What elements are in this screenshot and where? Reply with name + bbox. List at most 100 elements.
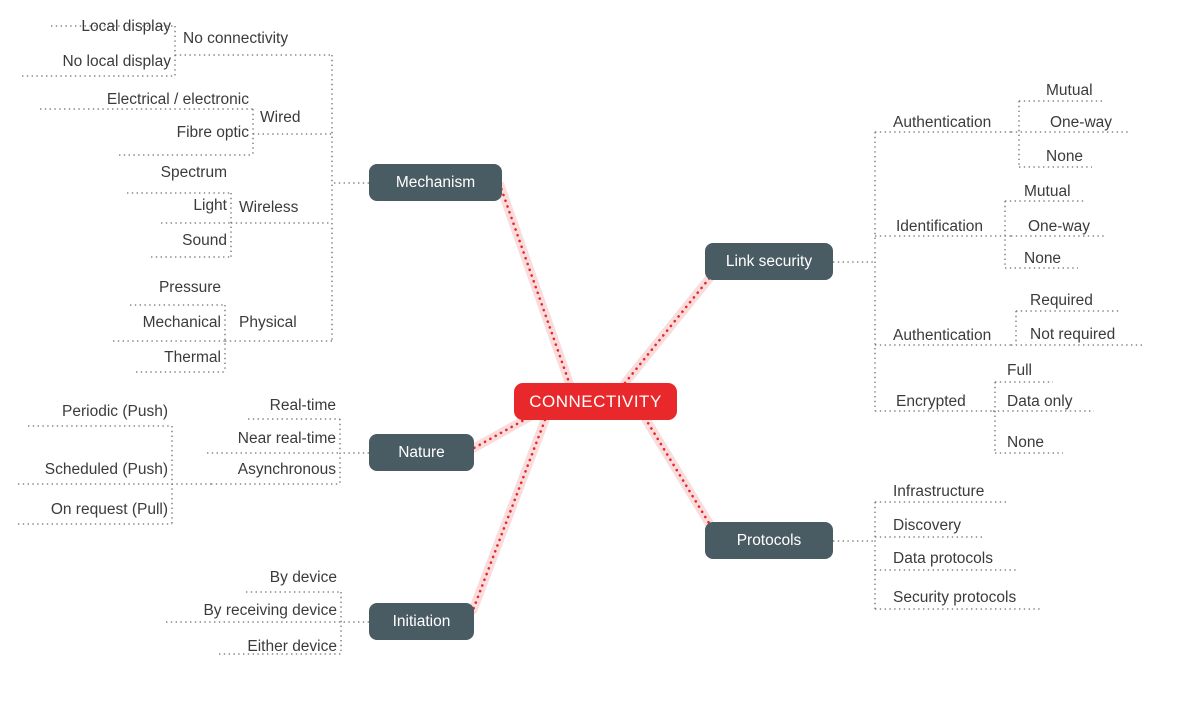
leaf-no-connectivity[interactable]: No connectivity xyxy=(183,31,403,47)
leaf-spectrum[interactable]: Spectrum xyxy=(47,165,227,181)
trunk-halo-initiation xyxy=(468,415,550,615)
leaf-near-real-time[interactable]: Near real-time xyxy=(156,431,336,447)
leaf-label: Mutual xyxy=(1046,82,1093,99)
leaf-label: Infrastructure xyxy=(893,483,985,500)
leaf-data-protocols[interactable]: Data protocols xyxy=(893,551,1093,567)
leaf-label: Full xyxy=(1007,362,1032,379)
leaf-wireless[interactable]: Wireless xyxy=(239,200,389,216)
branch-node-nature[interactable]: Nature xyxy=(369,434,474,471)
trunk-mechanism xyxy=(498,183,572,387)
leaf-enc-none[interactable]: None xyxy=(1007,435,1167,451)
leaf-asynchronous[interactable]: Asynchronous xyxy=(156,462,336,478)
leaf-ident-mutual[interactable]: Mutual xyxy=(1024,184,1184,200)
leaf-real-time[interactable]: Real-time xyxy=(156,398,336,414)
leaf-label: By device xyxy=(269,569,337,586)
leaf-physical[interactable]: Physical xyxy=(239,315,389,331)
leaf-label: Thermal xyxy=(164,349,221,366)
leaf-ident-none[interactable]: None xyxy=(1024,251,1184,267)
leaf-label: Security protocols xyxy=(893,589,1017,606)
leaf-local-display[interactable]: Local display xyxy=(0,19,171,35)
branch-node-label: Nature xyxy=(398,443,445,461)
leaf-enc-data-only[interactable]: Data only xyxy=(1007,394,1167,410)
leaf-label: Data only xyxy=(1007,393,1073,410)
leaf-scheduled-push[interactable]: Scheduled (Push) xyxy=(0,462,168,478)
leaf-auth1-one-way[interactable]: One-way xyxy=(1050,115,1200,131)
trunk-halo-protocols xyxy=(640,413,717,533)
leaf-no-local-display[interactable]: No local display xyxy=(0,54,171,70)
leaf-label: Sound xyxy=(182,232,227,249)
leaf-by-device[interactable]: By device xyxy=(137,570,337,586)
leaf-security-protocols[interactable]: Security protocols xyxy=(893,590,1093,606)
leaf-pressure[interactable]: Pressure xyxy=(41,280,221,296)
leaf-wired[interactable]: Wired xyxy=(260,110,410,126)
trunk-halo-mechanism xyxy=(495,180,575,390)
leaf-label: Physical xyxy=(239,314,297,331)
leaf-periodic-push[interactable]: Periodic (Push) xyxy=(0,404,168,420)
center-node-connectivity[interactable]: CONNECTIVITY xyxy=(514,383,677,420)
leaf-label: Asynchronous xyxy=(237,461,336,478)
leaf-label: Fibre optic xyxy=(176,124,249,141)
trunk-initiation xyxy=(471,418,547,612)
branch-node-label: Mechanism xyxy=(395,173,476,191)
leaf-label: One-way xyxy=(1050,114,1113,131)
leaf-label: One-way xyxy=(1028,218,1091,235)
branch-node-initiation[interactable]: Initiation xyxy=(369,603,474,640)
leaf-auth1-mutual[interactable]: Mutual xyxy=(1046,83,1200,99)
leaf-label: On request (Pull) xyxy=(50,501,168,518)
leaf-label: No connectivity xyxy=(183,30,289,47)
leaf-label: None xyxy=(1024,250,1062,267)
leaf-label: Scheduled (Push) xyxy=(44,461,168,478)
leaf-label: No local display xyxy=(62,53,171,70)
leaf-label: Required xyxy=(1030,292,1093,309)
leaf-label: Not required xyxy=(1030,326,1116,343)
leaf-label: Real-time xyxy=(269,397,336,414)
leaf-label: Either device xyxy=(247,638,337,655)
branch-node-mechanism[interactable]: Mechanism xyxy=(369,164,502,201)
leaf-electrical-electronic[interactable]: Electrical / electronic xyxy=(39,92,249,108)
branch-node-label: Protocols xyxy=(736,531,802,549)
leaf-label: Encrypted xyxy=(896,393,966,410)
leaf-label: Mutual xyxy=(1024,183,1071,200)
leaf-either-device[interactable]: Either device xyxy=(137,639,337,655)
branch-node-protocols[interactable]: Protocols xyxy=(705,522,833,559)
trunk-halo-link-security xyxy=(620,270,717,388)
leaf-ident-one-way[interactable]: One-way xyxy=(1028,219,1188,235)
leaf-infrastructure[interactable]: Infrastructure xyxy=(893,484,1093,500)
trunk-link-security xyxy=(623,273,714,385)
leaf-label: Wired xyxy=(260,109,301,126)
leaf-label: Periodic (Push) xyxy=(62,403,168,420)
leaf-enc-full[interactable]: Full xyxy=(1007,363,1167,379)
leaf-label: Spectrum xyxy=(160,164,227,181)
mindmap-canvas: CONNECTIVITY Mechanism Nature Initiation… xyxy=(0,0,1200,719)
leaf-auth1-none[interactable]: None xyxy=(1046,149,1200,165)
leaf-discovery[interactable]: Discovery xyxy=(893,518,1093,534)
branch-node-label: Link security xyxy=(725,252,813,270)
leaf-label: Mechanical xyxy=(142,314,221,331)
leaf-by-receiving-device[interactable]: By receiving device xyxy=(137,603,337,619)
center-node-label: CONNECTIVITY xyxy=(529,391,662,411)
leaf-label: Electrical / electronic xyxy=(106,91,249,108)
leaf-label: Pressure xyxy=(158,279,221,296)
leaf-label: Near real-time xyxy=(237,430,336,447)
leaf-on-request-pull[interactable]: On request (Pull) xyxy=(0,502,168,518)
leaf-label: Light xyxy=(193,197,227,214)
leaf-fibre-optic[interactable]: Fibre optic xyxy=(49,125,249,141)
leaf-label: Data protocols xyxy=(893,550,993,567)
branch-node-link-security[interactable]: Link security xyxy=(705,243,833,280)
leaf-thermal[interactable]: Thermal xyxy=(41,350,221,366)
leaf-label: By receiving device xyxy=(203,602,337,619)
leaf-label: None xyxy=(1007,434,1045,451)
leaf-light[interactable]: Light xyxy=(47,198,227,214)
leaf-auth2-required[interactable]: Required xyxy=(1030,293,1200,309)
branch-node-label: Initiation xyxy=(392,612,451,630)
leaf-label: Local display xyxy=(81,18,171,35)
leaf-label: Authentication xyxy=(893,114,992,131)
leaf-label: Authentication xyxy=(893,327,992,344)
leaf-label: Discovery xyxy=(893,517,962,534)
leaf-label: Identification xyxy=(896,218,984,235)
leaf-label: None xyxy=(1046,148,1084,165)
leaf-mechanical[interactable]: Mechanical xyxy=(41,315,221,331)
leaf-auth2-not-required[interactable]: Not required xyxy=(1030,327,1200,343)
leaf-label: Wireless xyxy=(239,199,299,216)
leaf-sound[interactable]: Sound xyxy=(47,233,227,249)
